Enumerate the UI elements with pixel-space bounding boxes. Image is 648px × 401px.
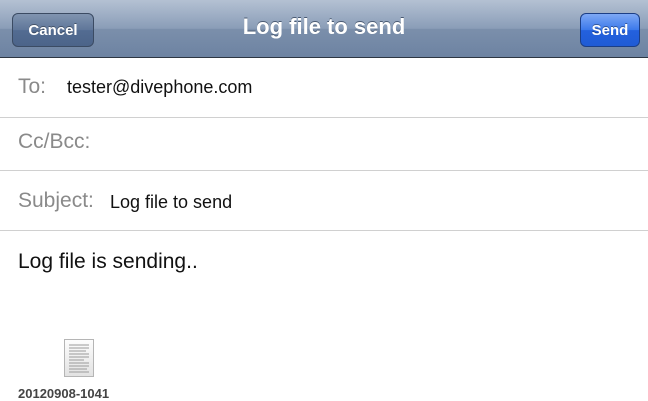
compose-mail-screen: Cancel Log file to send Send To: tester@… bbox=[0, 0, 648, 401]
to-label: To: bbox=[18, 75, 47, 98]
subject-value[interactable]: Log file to send bbox=[110, 192, 232, 213]
to-field[interactable]: To: tester@divephone.com bbox=[0, 58, 648, 118]
subject-label: Subject: bbox=[18, 189, 94, 212]
document-icon bbox=[64, 339, 94, 377]
attachment[interactable]: 20120908-1041 bbox=[18, 335, 118, 401]
cc-bcc-field[interactable]: Cc/Bcc: bbox=[0, 112, 648, 171]
message-body[interactable]: Log file is sending.. bbox=[18, 250, 198, 274]
to-recipient[interactable]: tester@divephone.com bbox=[67, 77, 252, 98]
attachment-filename: 20120908-1041 bbox=[18, 386, 110, 401]
cc-bcc-label: Cc/Bcc: bbox=[18, 130, 91, 153]
subject-field[interactable]: Subject: Log file to send bbox=[0, 171, 648, 231]
navigation-bar: Cancel Log file to send Send bbox=[0, 0, 648, 58]
page-title: Log file to send bbox=[242, 14, 406, 39]
send-button[interactable]: Send bbox=[580, 13, 640, 47]
